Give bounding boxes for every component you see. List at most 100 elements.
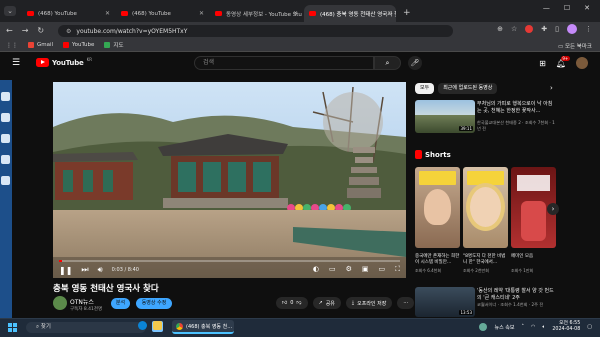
short-caption-banner [467,171,504,185]
sidepanel-icon[interactable]: ▯ [555,25,559,33]
account-avatar[interactable] [576,57,588,69]
taskbar-chrome-window[interactable]: (468) 충북 영동 천… [172,320,234,334]
shorts-next-icon[interactable]: › [547,203,559,215]
taskbar-search[interactable]: ⌕ 찾기 [26,322,146,333]
chip-all[interactable]: 모두 [415,83,435,94]
extension-icon[interactable] [525,25,534,33]
bookmark-gmail[interactable]: Gmail [28,42,53,48]
captions-icon[interactable]: ▭ [329,265,336,274]
search-input[interactable]: 검색 [194,56,374,70]
chevron-up-icon[interactable]: ˄ [521,324,524,330]
browser-tab[interactable]: 동영상 세부정보 - YouTube Studio ✕ [210,5,302,22]
desktop-icon[interactable] [1,176,10,185]
recommendation-meta: 한국불교대본산 천태종 2 · 조회수 7천회 · 1년 전 [477,120,555,131]
gmail-icon [28,42,34,48]
all-bookmarks[interactable]: ▭ 모든 북마크 [558,42,592,50]
profile-avatar[interactable] [567,24,577,34]
bookmarks-bar: ⋮⋮ Gmail YouTube 지도 [0,39,600,52]
close-window-icon[interactable]: ✕ [584,4,590,12]
youtube-favicon-icon [309,11,316,16]
close-tab-icon[interactable]: ✕ [199,10,204,17]
youtube-logo[interactable]: YouTube KR [36,57,92,67]
news-icon[interactable] [479,323,488,331]
share-button[interactable]: ↗ 공유 [312,297,341,309]
chip-recent-uploads[interactable]: 최근에 업로드된 동영상 [438,83,498,94]
volume-icon[interactable]: 🔊︎ [98,265,103,275]
site-info-icon[interactable]: ⚙ [66,28,71,35]
desktop-icon[interactable] [1,155,10,164]
maximize-icon[interactable]: ☐ [564,4,570,12]
thumbs-down-icon[interactable]: 👎︎ [296,300,301,306]
chip-next-icon[interactable]: › [550,84,553,92]
bookmark-star-icon[interactable]: ☆ [511,25,517,33]
recommendation-title[interactable]: 부처님의 가피로 행복으로이 낙 아침는 곳, 천혜는 한정한 꽃작사… [477,101,555,114]
taskbar-clock[interactable]: 오전 6:55 2024-04-08 [552,321,580,333]
recommendation-thumbnail[interactable]: 13:53 [415,287,475,317]
browser-tab-active[interactable]: (468) 충북 영동 천태산 영국사 찾다 ✕ [304,5,396,22]
url-text: youtube.com/watch?v=yOYEM5HTxY [76,27,188,35]
browser-tab-strip: ⌄ (468) YouTube ✕ (468) YouTube ✕ 동영상 세부정보… [0,0,600,22]
notifications-bell-icon[interactable]: 🔔︎ 9+ [556,55,570,68]
theater-mode-icon[interactable]: ▭ [378,265,385,274]
analytics-button[interactable]: 분석 [111,298,130,309]
channel-name[interactable]: OTN뉴스 [70,297,94,306]
window-controls: — ☐ ✕ [543,4,600,12]
channel-avatar[interactable] [53,296,67,310]
close-tab-icon[interactable]: ✕ [293,10,298,17]
apps-grid-icon[interactable]: ⋮⋮ [6,42,18,49]
hamburger-menu-icon[interactable]: ☰ [12,58,20,68]
download-button[interactable]: ⤓ 오프라인 저장 [345,297,393,309]
edit-video-button[interactable]: 동영상 수정 [136,298,172,309]
short-thumbnail[interactable] [415,167,460,248]
settings-gear-icon[interactable]: ⚙ [346,265,352,274]
wifi-icon[interactable]: ◠ [531,324,535,330]
microphone-icon[interactable]: 🎤︎ [408,56,422,70]
maps-icon [104,42,111,48]
miniplayer-icon[interactable]: ▣ [362,265,369,274]
autoplay-toggle-icon[interactable]: ◐ [313,265,319,274]
address-bar[interactable]: ⚙ youtube.com/watch?v=yOYEM5HTxY [58,25,453,37]
short-title[interactable]: "8명도지 다 천한 비법니 한" 한국에서… [463,254,509,265]
create-video-icon[interactable]: ⊞ [539,59,546,68]
close-tab-icon[interactable]: ✕ [387,10,392,17]
pause-icon[interactable]: ❚❚ [59,266,72,275]
browser-tab[interactable]: (468) YouTube ✕ [116,5,208,22]
close-tab-icon[interactable]: ✕ [105,10,110,17]
recommendation-title[interactable]: '동산의 레약 '대통령 찰서 양 갓 번드의 '큰 캐스티네' 2주 [477,288,555,301]
recommendation-thumbnail[interactable]: 39:11 [415,100,475,133]
file-explorer-icon[interactable] [153,321,162,330]
tab-title: 동영상 세부정보 - YouTube Studio [226,11,302,18]
desktop-icon[interactable] [1,92,10,101]
desktop-icon[interactable] [1,134,10,143]
desktop-icon[interactable] [1,113,10,122]
zoom-icon[interactable]: ⊕ [497,25,503,33]
fullscreen-icon[interactable]: ⛶ [395,265,400,274]
next-icon[interactable]: ⏭︎ [81,265,88,275]
desktop-edge [0,80,12,320]
back-icon[interactable]: ← [6,26,13,35]
short-title[interactable]: 페미인 모음 [511,254,557,260]
short-thumbnail[interactable] [463,167,508,248]
reload-icon[interactable]: ↻ [37,26,44,35]
new-tab-button[interactable]: + [398,5,416,22]
notification-icon[interactable]: ▢ [587,324,592,330]
menu-kebab-icon[interactable]: ⋮ [585,25,592,33]
notification-badge: 9+ [560,55,570,61]
more-actions-button[interactable]: ⋯ [397,297,415,309]
like-button[interactable]: 👍︎ 0 👎︎ [276,297,308,309]
bookmark-maps[interactable]: 지도 [104,41,124,49]
browser-tab[interactable]: (468) YouTube ✕ [22,5,114,22]
short-title[interactable]: 중국에만 존재하는 희한 이 시스템 비밀만… [415,254,461,265]
edge-icon[interactable] [138,321,147,330]
youtube-play-icon [36,58,49,67]
bookmark-youtube[interactable]: YouTube [63,42,94,48]
extensions-icon[interactable]: ✚ [541,25,547,33]
windows-start-icon[interactable] [8,323,17,332]
video-player[interactable] [53,82,406,278]
minimize-icon[interactable]: — [543,4,550,12]
search-icon[interactable]: ⌕ [374,56,401,70]
speaker-icon[interactable]: 🔈︎ [542,324,545,330]
tab-search-icon[interactable]: ⌄ [4,6,16,16]
news-label[interactable]: 뉴스 속보 [494,324,514,331]
forward-icon[interactable]: → [22,26,29,35]
